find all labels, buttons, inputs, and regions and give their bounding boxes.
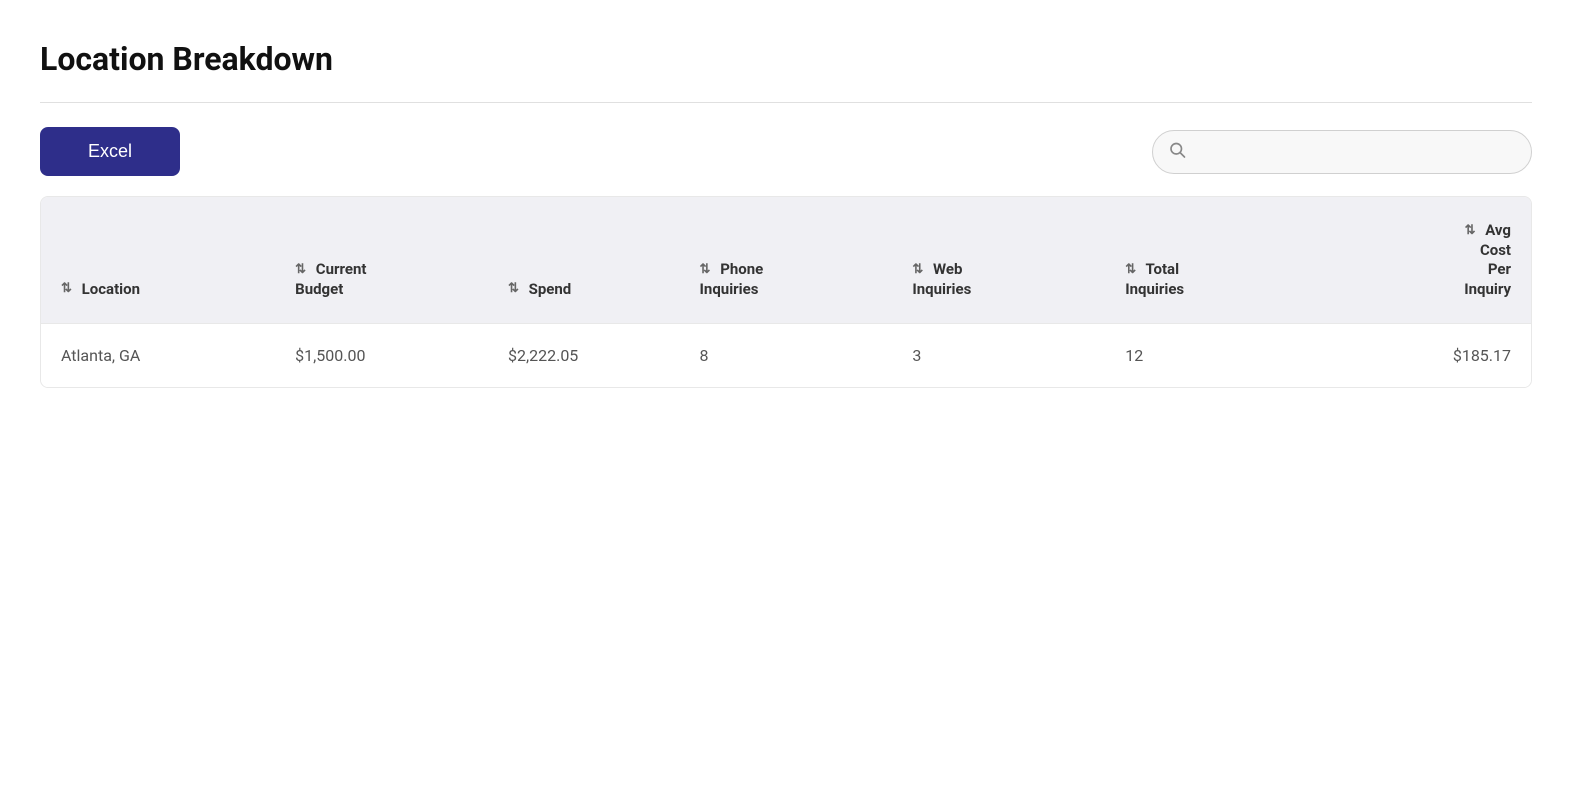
data-table: ⇅ Location ⇅ CurrentBudget ⇅ Spend ⇅ Pho… [41,197,1531,387]
col-header-budget[interactable]: ⇅ CurrentBudget [275,197,488,324]
cell-avg_cost: $185.17 [1318,324,1531,388]
sort-icon-avg: ⇅ [1465,223,1476,240]
col-header-phone[interactable]: ⇅ PhoneInquiries [680,197,893,324]
table-body: Atlanta, GA$1,500.00$2,222.058312$185.17 [41,324,1531,388]
page-container: Location Breakdown Excel ⇅ Location [0,0,1572,428]
col-header-web[interactable]: ⇅ WebInquiries [892,197,1105,324]
sort-icon-budget: ⇅ [295,262,306,279]
col-header-location[interactable]: ⇅ Location [41,197,275,324]
col-header-total[interactable]: ⇅ TotalInquiries [1105,197,1318,324]
table-wrapper: ⇅ Location ⇅ CurrentBudget ⇅ Spend ⇅ Pho… [40,196,1532,388]
table-row: Atlanta, GA$1,500.00$2,222.058312$185.17 [41,324,1531,388]
search-wrapper [1152,130,1532,174]
sort-icon-phone: ⇅ [700,262,711,279]
sort-icon-web: ⇅ [912,262,923,279]
cell-phone_inquiries: 8 [680,324,893,388]
search-input[interactable] [1152,130,1532,174]
col-header-avg[interactable]: ⇅ AvgCostPerInquiry [1318,197,1531,324]
excel-button[interactable]: Excel [40,127,180,176]
cell-total_inquiries: 12 [1105,324,1318,388]
table-header-row: ⇅ Location ⇅ CurrentBudget ⇅ Spend ⇅ Pho… [41,197,1531,324]
cell-spend: $2,222.05 [488,324,680,388]
col-label-location: Location [82,280,140,298]
col-header-spend[interactable]: ⇅ Spend [488,197,680,324]
sort-icon-location: ⇅ [61,281,72,298]
cell-web_inquiries: 3 [892,324,1105,388]
divider [40,102,1532,103]
sort-icon-total: ⇅ [1125,262,1136,279]
col-label-spend: Spend [529,280,572,298]
sort-icon-spend: ⇅ [508,281,519,298]
cell-current_budget: $1,500.00 [275,324,488,388]
cell-location: Atlanta, GA [41,324,275,388]
page-title: Location Breakdown [40,40,1532,78]
toolbar: Excel [40,127,1532,176]
